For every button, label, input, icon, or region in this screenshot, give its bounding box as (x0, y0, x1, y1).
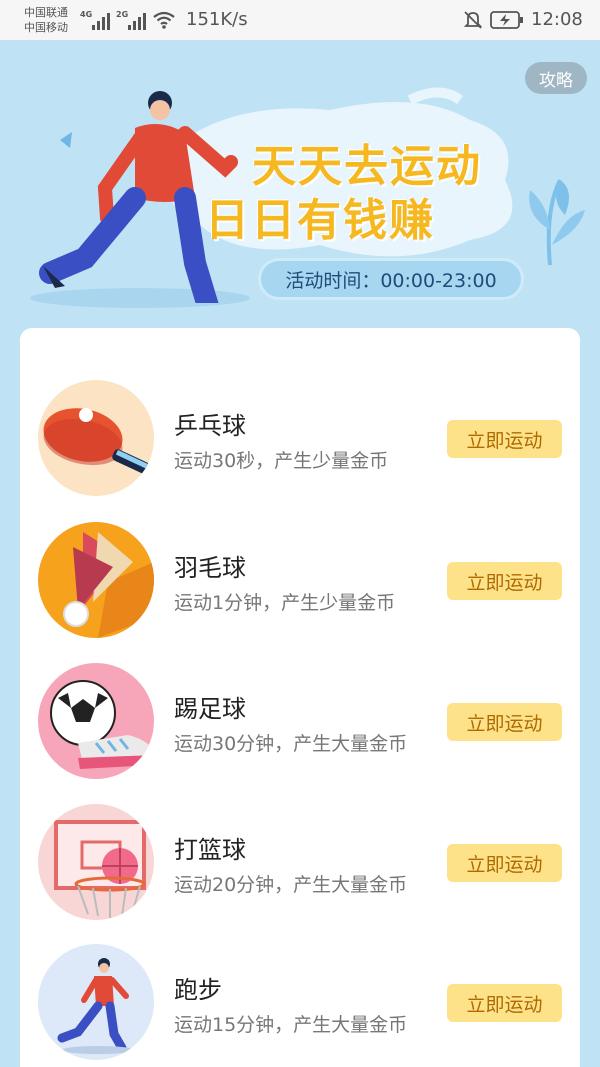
sport-name: 踢足球 (174, 695, 246, 723)
guide-button[interactable]: 攻略 (525, 62, 587, 94)
sport-name: 打篮球 (174, 836, 246, 864)
list-item: 跑步 运动15分钟，产生大量金币 立即运动 (20, 944, 580, 1067)
running-icon (38, 944, 154, 1060)
activity-time-badge: 活动时间：00:00-23:00 (258, 258, 524, 300)
sport-description: 运动20分钟，产生大量金币 (174, 874, 408, 896)
slogan-line-2: 日日有钱赚 (205, 195, 435, 246)
sport-name: 跑步 (174, 976, 222, 1004)
sport-description: 运动30分钟，产生大量金币 (174, 733, 408, 755)
sport-description: 运动1分钟，产生少量金币 (174, 592, 396, 614)
sport-name: 羽毛球 (174, 554, 246, 582)
sport-description: 运动30秒，产生少量金币 (174, 450, 389, 472)
wifi-icon (153, 11, 175, 29)
carrier-2: 中国移动 (24, 21, 68, 34)
start-exercise-button[interactable]: 立即运动 (447, 562, 562, 600)
carrier-1: 中国联通 (24, 6, 68, 19)
sports-list-card: 乒乓球 运动30秒，产生少量金币 立即运动 羽毛球 运动1分钟，产生少量金币 立… (20, 328, 580, 1067)
battery-icon (490, 11, 523, 29)
list-item: 乒乓球 运动30秒，产生少量金币 立即运动 (20, 380, 580, 520)
signal-icon (92, 10, 110, 30)
signal-icon-2 (128, 10, 146, 30)
network-speed: 151K/s (186, 9, 248, 30)
start-exercise-button[interactable]: 立即运动 (447, 844, 562, 882)
carrier-info: 中国联通 中国移动 (24, 5, 68, 35)
clock: 12:08 (531, 9, 583, 30)
start-exercise-button[interactable]: 立即运动 (447, 984, 562, 1022)
bell-off-icon (463, 11, 483, 29)
start-exercise-button[interactable]: 立即运动 (447, 420, 562, 458)
list-item: 踢足球 运动30分钟，产生大量金币 立即运动 (20, 663, 580, 803)
ping-pong-icon (38, 380, 154, 496)
list-item: 打篮球 运动20分钟，产生大量金币 立即运动 (20, 804, 580, 944)
basketball-icon (38, 804, 154, 920)
badminton-icon (38, 522, 154, 638)
soccer-icon (38, 663, 154, 779)
status-bar: 中国联通 中国移动 4G 2G 151K/s 12:08 (0, 0, 600, 40)
sport-description: 运动15分钟，产生大量金币 (174, 1014, 408, 1036)
network-type-2: 2G (116, 10, 129, 19)
start-exercise-button[interactable]: 立即运动 (447, 703, 562, 741)
hero-banner: 天天去运动 日日有钱赚 活动时间：00:00-23:00 (0, 40, 600, 330)
network-type-1: 4G (80, 10, 93, 19)
sport-name: 乒乓球 (174, 412, 246, 440)
list-item: 羽毛球 运动1分钟，产生少量金币 立即运动 (20, 522, 580, 662)
